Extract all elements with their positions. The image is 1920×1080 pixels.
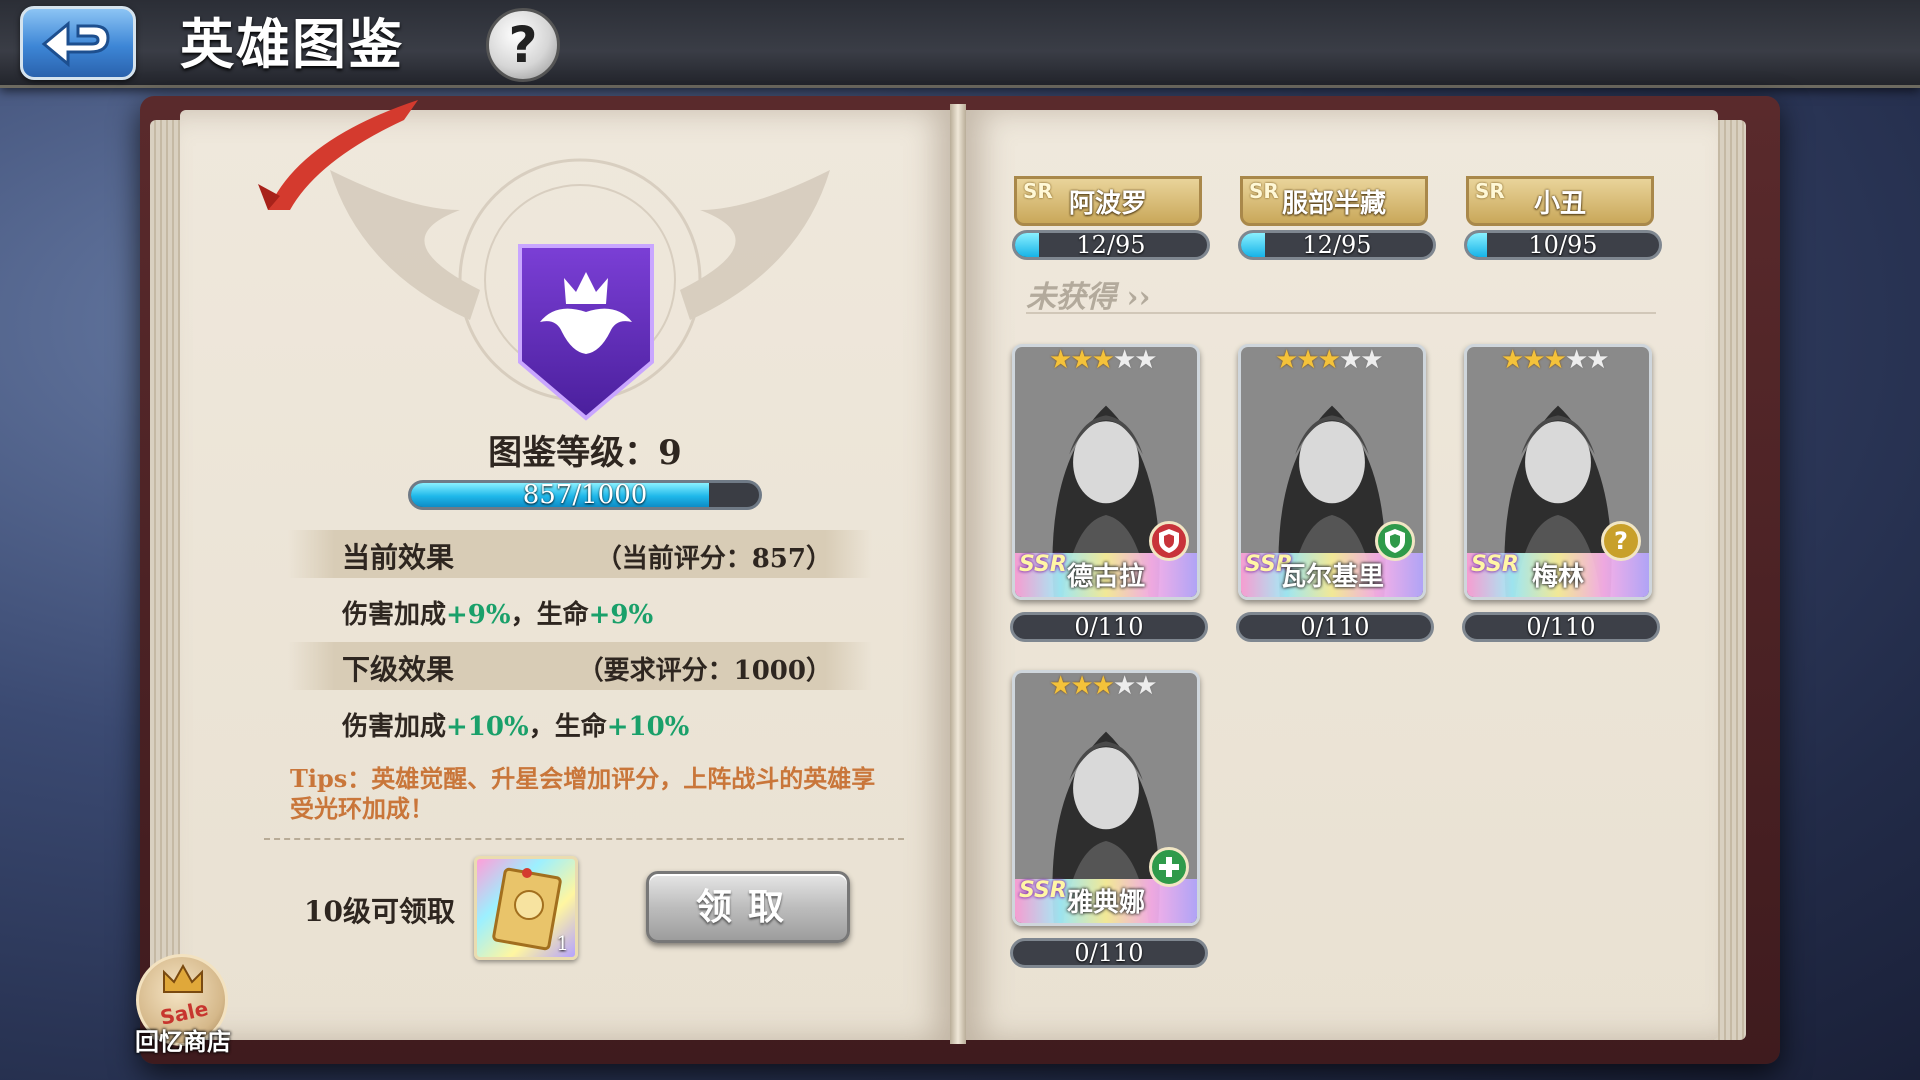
separator: ， (510, 600, 537, 630)
damage-label: 伤害加成 (342, 600, 447, 630)
hero-progress-text: 10/95 (1528, 231, 1598, 259)
star-icon: ★ (1275, 345, 1298, 375)
star-icon: ★ (1134, 345, 1157, 375)
owned-hero-card[interactable]: SR 服部半藏 (1240, 176, 1428, 226)
hero-name: 瓦尔基里 (1279, 562, 1384, 592)
hero-progress-bar: 0/110 (1462, 612, 1660, 642)
separator: ， (528, 712, 555, 742)
hero-name: 阿波罗 (1068, 189, 1147, 219)
damage-value: +9% (446, 600, 511, 630)
cross-icon (1149, 847, 1189, 887)
required-score-text: （要求评分：1000） (577, 656, 832, 686)
crown-icon (163, 964, 203, 993)
hero-card[interactable]: ★★★★★ SSR 瓦尔基里 (1238, 344, 1426, 600)
star-icon: ★ (1296, 345, 1319, 375)
star-icon: ★ (1586, 345, 1609, 375)
shield-icon (1149, 521, 1189, 561)
back-button[interactable] (20, 6, 136, 80)
collection-level-label: 图鉴等级：9 (488, 433, 682, 473)
hero-progress-bar: 12/95 (1238, 230, 1436, 260)
help-icon: ? (508, 16, 538, 74)
hero-card[interactable]: ★★★★★ SSR 雅典娜 (1012, 670, 1200, 926)
hp-label: 生命 (536, 600, 589, 630)
star-rating: ★★★★★ (1049, 345, 1158, 375)
hp-value: +9% (588, 600, 654, 630)
collection-progress-bar: 857/1000 (408, 480, 762, 510)
star-icon: ★ (1543, 345, 1567, 375)
star-icon: ★ (1522, 345, 1545, 375)
next-effect-band: 下级效果 （要求评分：1000） (288, 642, 872, 690)
hero-progress-text: 12/95 (1076, 231, 1146, 259)
hero-name: 小丑 (1533, 189, 1586, 219)
star-icon: ★ (1317, 345, 1341, 375)
hero-progress-bar: 0/110 (1236, 612, 1434, 642)
hero-card[interactable]: ★★★★★? SSR 梅林 (1464, 344, 1652, 600)
next-effect-values: 伤害加成+10%，生命+10% (342, 706, 689, 743)
hero-progress-text: 0/110 (1074, 939, 1144, 967)
star-rating: ★★★★★ (1501, 345, 1610, 375)
section-divider (1026, 312, 1656, 314)
hero-name: 雅典娜 (1066, 888, 1145, 918)
question-icon: ? (1601, 521, 1641, 561)
hero-progress-bar: 10/95 (1464, 230, 1662, 260)
star-icon: ★ (1501, 345, 1524, 375)
star-rating: ★★★★★ (1049, 671, 1158, 701)
owned-hero-card[interactable]: SR 阿波罗 (1014, 176, 1202, 226)
claim-button[interactable]: 领取 (646, 871, 850, 943)
hero-progress-text: 12/95 (1302, 231, 1372, 259)
star-icon: ★ (1091, 345, 1115, 375)
hero-progress-bar: 0/110 (1010, 938, 1208, 968)
reward-label: 10级可领取 (304, 895, 455, 928)
star-icon: ★ (1360, 345, 1383, 375)
book-spine (950, 104, 966, 1044)
unobtained-section-header[interactable]: 未获得 ›› (1026, 272, 1150, 316)
damage-value: +10% (446, 712, 529, 742)
star-icon: ★ (1112, 345, 1136, 375)
tips-text: Tips：英雄觉醒、升星会增加评分，上阵战斗的英雄享受光环加成！ (290, 764, 876, 823)
star-icon: ★ (1134, 671, 1157, 701)
hero-name: 服部半藏 (1281, 189, 1386, 219)
star-icon: ★ (1070, 345, 1093, 375)
crown-emblem-icon (518, 244, 654, 421)
owned-hero-card[interactable]: SR 小丑 (1466, 176, 1654, 226)
help-button[interactable]: ? (486, 8, 560, 82)
hero-name: 德古拉 (1066, 562, 1145, 592)
hero-progress-bar: 12/95 (1012, 230, 1210, 260)
star-icon: ★ (1338, 345, 1362, 375)
hp-label: 生命 (554, 712, 607, 742)
hero-progress-text: 0/110 (1526, 613, 1596, 641)
star-icon: ★ (1070, 671, 1093, 701)
reward-item-card[interactable]: 1 (474, 856, 578, 960)
star-icon: ★ (1049, 671, 1072, 701)
reward-count: 1 (556, 931, 569, 955)
hero-progress-text: 0/110 (1074, 613, 1144, 641)
star-icon: ★ (1091, 671, 1115, 701)
memory-shop-label: 回忆商店 (135, 1027, 231, 1056)
top-bar: 英雄图鉴 ? (0, 0, 1920, 88)
next-effect-title: 下级效果 (342, 653, 455, 686)
hero-progress-bar: 0/110 (1010, 612, 1208, 642)
hp-value: +10% (606, 712, 690, 742)
hero-progress-text: 0/110 (1300, 613, 1370, 641)
star-rating: ★★★★★ (1275, 345, 1384, 375)
collection-progress-text: 857/1000 (522, 480, 648, 510)
star-icon: ★ (1049, 345, 1072, 375)
back-arrow-icon (41, 20, 110, 68)
hero-name: 梅林 (1531, 562, 1584, 592)
star-icon: ★ (1112, 671, 1136, 701)
page-title: 英雄图鉴 (180, 12, 404, 76)
current-effect-values: 伤害加成+9%，生命+9% (342, 594, 653, 631)
unobtained-label: 未获得 (1026, 280, 1116, 315)
star-icon: ★ (1564, 345, 1588, 375)
shield-icon (1375, 521, 1415, 561)
current-effect-title: 当前效果 (342, 541, 455, 574)
memory-shop-button[interactable]: Sale 回忆商店 (128, 946, 238, 1056)
dashed-divider (264, 838, 904, 840)
double-chevron-right-icon: ›› (1126, 280, 1151, 315)
current-effect-band: 当前效果 （当前评分：857） (288, 530, 872, 578)
current-score-text: （当前评分：857） (595, 544, 832, 574)
hero-card[interactable]: ★★★★★ SSR 德古拉 (1012, 344, 1200, 600)
damage-label: 伤害加成 (342, 712, 447, 742)
